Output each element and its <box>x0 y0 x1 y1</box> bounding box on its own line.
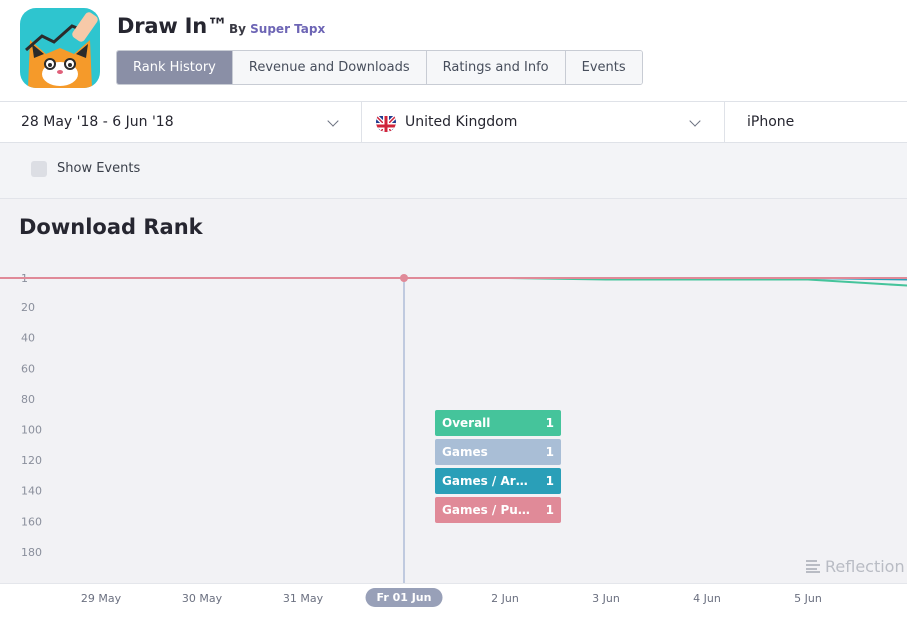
x-tick-label: 31 May <box>282 592 324 605</box>
y-tick-label: 20 <box>21 301 35 314</box>
show-events-checkbox[interactable] <box>31 161 47 177</box>
app-header: Draw In™ By Super Tapx Rank History Reve… <box>0 0 907 101</box>
tooltip-series-name: Games / Puz... <box>442 503 532 517</box>
chevron-down-icon <box>327 115 339 127</box>
tooltip-series-name: Games <box>442 445 488 459</box>
by-label: By <box>229 22 246 36</box>
tab-events[interactable]: Events <box>565 51 642 84</box>
x-tick-label-selected: Fr 01 Jun <box>365 588 443 607</box>
tooltip-series-value: 1 <box>545 416 554 430</box>
y-tick-label: 140 <box>21 485 42 498</box>
series-line-overall[interactable] <box>0 277 907 287</box>
y-tick-label: 60 <box>21 362 35 375</box>
tooltip-series-value: 1 <box>545 474 554 488</box>
y-tick-label: 100 <box>21 423 42 436</box>
device-dropdown[interactable]: iPhone <box>725 102 907 142</box>
tab-ratings-and-info[interactable]: Ratings and Info <box>426 51 566 84</box>
reflection-logo-icon <box>806 560 820 573</box>
app-title: Draw In™ <box>117 14 228 38</box>
device-value: iPhone <box>747 114 795 130</box>
show-events-label: Show Events <box>57 161 141 176</box>
tooltip-series-value: 1 <box>545 503 554 517</box>
tooltip-row-overall: Overall 1 <box>435 410 561 436</box>
tooltip-row-games-puzzle: Games / Puz... 1 <box>435 497 561 523</box>
events-toggle-row: Show Events <box>0 143 907 199</box>
y-tick-label: 160 <box>21 515 42 528</box>
y-tick-label: 40 <box>21 332 35 345</box>
tab-revenue-and-downloads[interactable]: Revenue and Downloads <box>232 51 427 84</box>
tooltip-series-name: Overall <box>442 416 491 430</box>
developer-link[interactable]: Super Tapx <box>250 22 325 36</box>
date-range-dropdown[interactable]: 28 May '18 - 6 Jun '18 <box>0 102 362 142</box>
tooltip-series-name: Games / Arc... <box>442 474 532 488</box>
date-range-value: 28 May '18 - 6 Jun '18 <box>21 114 174 130</box>
country-value: United Kingdom <box>405 114 518 130</box>
tab-rank-history[interactable]: Rank History <box>117 51 233 84</box>
watermark-text: Reflection <box>825 557 905 576</box>
filter-bar: 28 May '18 - 6 Jun '18 United Kingdom iP… <box>0 101 907 143</box>
chevron-down-icon <box>689 115 701 127</box>
tooltip-row-games: Games 1 <box>435 439 561 465</box>
y-tick-label: 180 <box>21 546 42 559</box>
reflection-watermark: Reflection <box>806 557 905 576</box>
app-icon <box>20 8 100 88</box>
x-tick-label: 3 Jun <box>592 592 620 605</box>
x-tick-label: 29 May <box>80 592 122 605</box>
tooltip-row-games-arcade: Games / Arc... 1 <box>435 468 561 494</box>
x-tick-label: 30 May <box>181 592 223 605</box>
x-axis: 29 May 30 May 31 May Fr 01 Jun 2 Jun 3 Jun 4 J… <box>0 583 907 617</box>
x-tick-label: 2 Jun <box>491 592 519 605</box>
x-tick-label: 4 Jun <box>693 592 721 605</box>
download-rank-chart: Download Rank 1 20 40 60 80 100 120 140 160 180 O… <box>0 199 907 583</box>
uk-flag-icon <box>376 112 396 132</box>
chart-plot[interactable]: 120406080100120140160180 <box>0 199 907 583</box>
x-tick-label: 5 Jun <box>794 592 822 605</box>
hover-point-marker <box>400 274 408 282</box>
country-dropdown[interactable]: United Kingdom <box>362 102 725 142</box>
y-tick-label: 120 <box>21 454 42 467</box>
cat-icon <box>20 8 100 88</box>
tooltip-series-value: 1 <box>545 445 554 459</box>
tab-bar: Rank History Revenue and Downloads Ratin… <box>116 50 643 85</box>
developer-byline: By Super Tapx <box>229 22 325 36</box>
y-tick-label: 80 <box>21 393 35 406</box>
